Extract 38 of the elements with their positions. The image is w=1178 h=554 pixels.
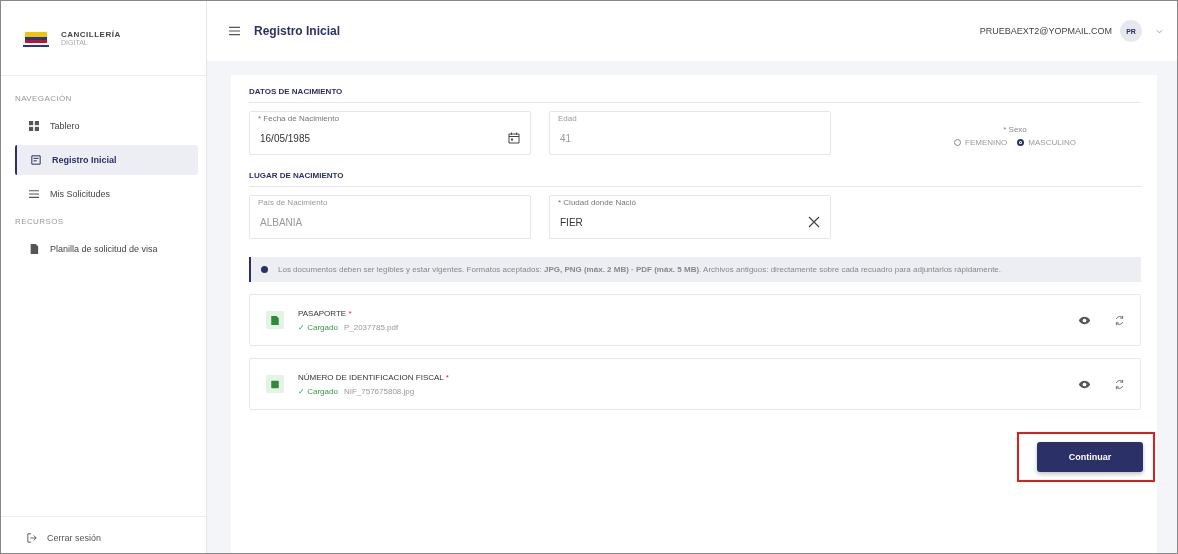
input-field[interactable]: * Fecha de Nacimiento 16/05/1985 (249, 111, 531, 155)
sidebar-item[interactable]: Planilla de solicitud de visa (15, 234, 198, 264)
page-title: Registro Inicial (254, 24, 341, 38)
refresh-icon[interactable] (1113, 378, 1126, 390)
logout-icon (27, 533, 37, 543)
list-icon (29, 189, 39, 199)
sidebar-item[interactable]: Registro Inicial (15, 145, 198, 175)
section-title: NAVEGACIÓN (14, 93, 73, 105)
grid-icon (29, 121, 39, 131)
section-title: RECURSOS (14, 216, 65, 228)
logout-link[interactable]: Cerrar sesión (1, 516, 206, 553)
info-dot-icon (261, 266, 268, 273)
calendar-icon[interactable] (508, 132, 520, 144)
document-title: PASAPORTE * (298, 308, 353, 318)
user-email: PRUEBAEXT2@YOPMAIL.COM (979, 26, 1112, 36)
input-field[interactable]: * Ciudad donde Nació FIER (549, 195, 831, 239)
document-icon (29, 244, 39, 254)
sidebar-item[interactable]: Tablero (15, 111, 198, 141)
refresh-icon[interactable] (1113, 314, 1126, 326)
file-name: NIF_757675808.jpg (343, 386, 415, 396)
brand-name: CANCILLERÍA (61, 30, 121, 39)
document-title: NÚMERO DE IDENTIFICACION FISCAL * (298, 372, 449, 382)
eye-icon[interactable] (1078, 314, 1091, 326)
menu-icon[interactable] (229, 26, 240, 36)
eye-icon[interactable] (1078, 378, 1091, 390)
section-heading: LUGAR DE NACIMIENTO (249, 171, 1141, 187)
info-text: Los documentos deben ser legibles y estar vigentes. Formatos aceptados: JPG, PNG (máx. 2 MB) · PDF (máx. 5 MB). Archivos antiguos: directamente sobre cada recuadro para adjuntarlos rápidamente. (278, 265, 1002, 274)
section-heading: DATOS DE NACIMIENTO (249, 87, 1141, 103)
image-file-icon (266, 375, 284, 393)
file-name: P_2037785.pdf (343, 322, 399, 332)
file-icon (266, 311, 284, 329)
form-icon (31, 155, 41, 165)
sex-label: * Sexo (1003, 125, 1027, 134)
clear-icon[interactable] (808, 216, 820, 228)
sidebar-item[interactable]: Mis Solicitudes (15, 179, 198, 209)
upload-status: ✓ Cargado (298, 386, 338, 396)
continue-button[interactable]: Continuar (1037, 442, 1143, 472)
upload-status: ✓ Cargado (298, 322, 338, 332)
